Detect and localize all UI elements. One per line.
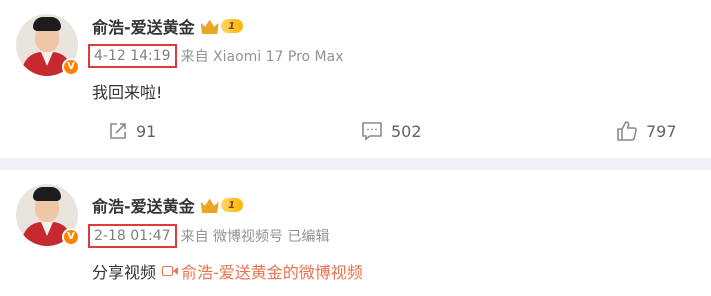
post-content: 分享视频 俞浩-爱送黄金的微博视频: [92, 259, 363, 283]
like-button[interactable]: 797: [616, 118, 677, 144]
share-icon: [108, 121, 128, 141]
post-text: 分享视频: [92, 263, 157, 282]
vip-level: 1: [220, 19, 243, 33]
post-time[interactable]: 4-12 14:19: [88, 44, 177, 68]
post-time[interactable]: 2-18 01:47: [88, 224, 177, 248]
avatar[interactable]: V: [16, 184, 80, 246]
like-count: 797: [646, 121, 677, 141]
share-button[interactable]: 91: [108, 118, 156, 144]
post-source: 来自 微博视频号 已编辑: [180, 229, 330, 245]
weibo-post: V 俞浩-爱送黄金 1 2-18 01:47 来自 微博视频号 已编辑 分享视频…: [0, 170, 711, 296]
post-text: 我回来啦!: [92, 83, 163, 102]
vip-badge[interactable]: 1: [200, 18, 243, 34]
author-name[interactable]: 俞浩-爱送黄金: [92, 14, 195, 38]
comment-button[interactable]: 502: [361, 118, 422, 144]
video-link[interactable]: 俞浩-爱送黄金的微博视频: [162, 259, 363, 283]
comment-icon: [361, 121, 383, 141]
post-actions: 91 502 797: [0, 118, 711, 144]
verified-icon: V: [62, 228, 80, 246]
author-row: 俞浩-爱送黄金 1: [92, 13, 243, 39]
avatar[interactable]: V: [16, 14, 80, 76]
post-meta: 4-12 14:19 来自 Xiaomi 17 Pro Max: [88, 43, 344, 69]
comment-count: 502: [391, 121, 422, 141]
post-source: 来自 Xiaomi 17 Pro Max: [180, 49, 344, 65]
like-icon: [616, 120, 638, 142]
video-link-text: 俞浩-爱送黄金的微博视频: [181, 263, 363, 282]
vip-crown-icon: [200, 19, 219, 34]
video-icon: [162, 264, 179, 278]
share-count: 91: [136, 121, 157, 141]
weibo-post: V 俞浩-爱送黄金 1 4-12 14:19 来自 Xiaomi 17 Pro …: [0, 0, 711, 158]
post-divider: [0, 158, 711, 170]
vip-crown-icon: [200, 198, 219, 213]
verified-icon: V: [62, 58, 80, 76]
author-row: 俞浩-爱送黄金 1: [92, 192, 243, 218]
vip-level: 1: [220, 198, 243, 212]
author-name[interactable]: 俞浩-爱送黄金: [92, 193, 195, 217]
post-meta: 2-18 01:47 来自 微博视频号 已编辑: [88, 223, 329, 249]
vip-badge[interactable]: 1: [200, 197, 243, 213]
post-content: 我回来啦!: [92, 79, 162, 103]
